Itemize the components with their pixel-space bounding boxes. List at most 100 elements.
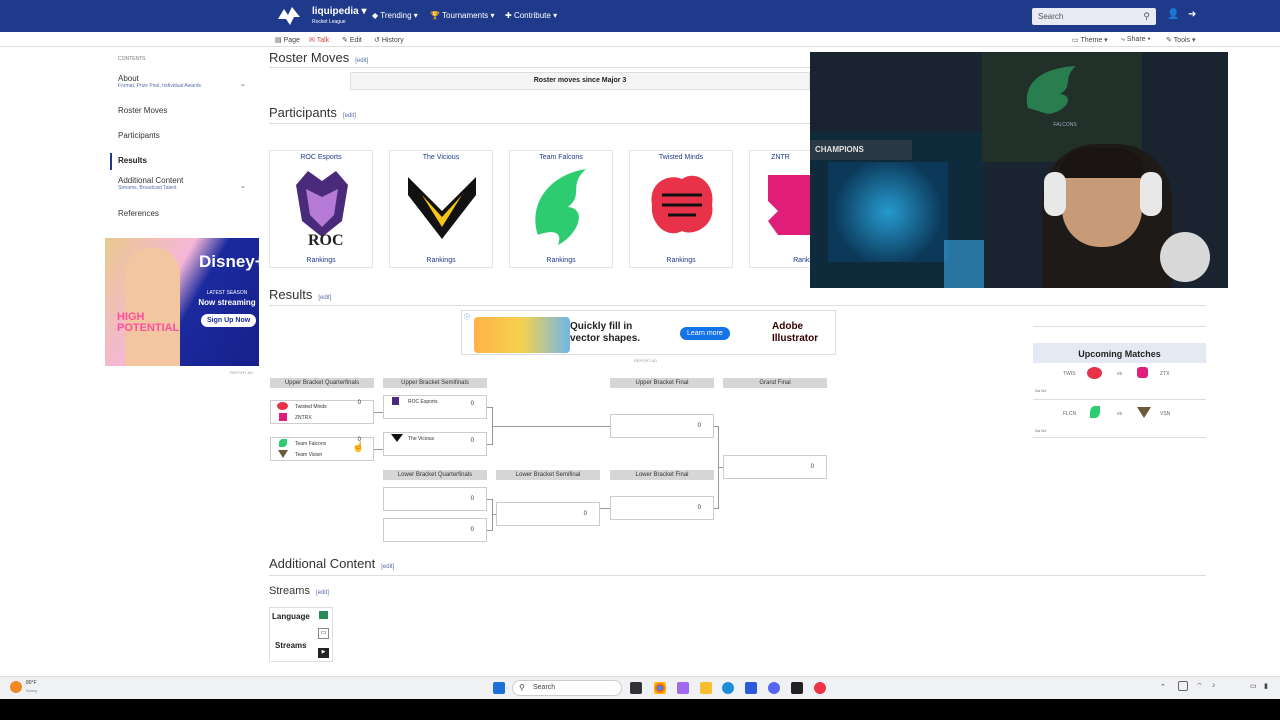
learn-more-button[interactable]: Learn more xyxy=(680,327,730,340)
search-icon[interactable]: ⚲ xyxy=(1143,11,1150,22)
tray-app-icon[interactable] xyxy=(1178,681,1188,691)
section-additional-content: Additional Content [edit] xyxy=(269,556,395,571)
mic-icon[interactable]: ♪ xyxy=(1212,682,1216,689)
team-short[interactable]: ZTX xyxy=(1160,371,1169,377)
battery-icon[interactable]: ▮ xyxy=(1264,682,1268,690)
windows-start-icon[interactable] xyxy=(493,682,505,694)
tray-chevron-icon[interactable]: ⌃ xyxy=(1160,683,1166,691)
toc-item-roster-moves[interactable]: Roster Moves xyxy=(118,106,167,115)
adobe-illustrator-ad[interactable]: Quickly fill in vector shapes. Learn more… xyxy=(461,310,836,355)
store-icon[interactable] xyxy=(745,682,757,694)
nav-trending[interactable]: ◆ Trending ▾ xyxy=(372,11,418,20)
ad-cta-button[interactable]: Sign Up Now xyxy=(201,314,257,327)
display-icon[interactable]: ▭ xyxy=(1250,682,1257,690)
edit-link[interactable]: [edit] xyxy=(355,58,368,64)
toc-item-participants[interactable]: Participants xyxy=(118,131,160,140)
team-card-falcons[interactable]: Team Falcons Rankings xyxy=(509,150,613,268)
nav-contribute[interactable]: ✚ Contribute ▾ xyxy=(505,11,557,20)
header-ubf: Upper Bracket Final xyxy=(610,378,714,388)
twitch-icon[interactable]: ▭ xyxy=(318,628,329,639)
team-name[interactable]: The Vicious xyxy=(390,154,492,161)
task-view-icon[interactable] xyxy=(630,682,642,694)
toc-item-additional-content[interactable]: Additional Content Streams, Broadcast Tal… xyxy=(118,176,183,191)
file-explorer-icon[interactable] xyxy=(700,682,712,694)
theme-menu[interactable]: ▭ Theme ▾ xyxy=(1072,36,1108,44)
rankings-link[interactable]: Rankings xyxy=(630,257,732,264)
toc-item-about[interactable]: About Format, Prize Pool, Individual Awar… xyxy=(118,74,201,89)
match-lbqf-1[interactable]: 0 xyxy=(383,487,487,511)
match-ubsf-1[interactable]: ROC Esports 0 xyxy=(383,395,487,419)
login-icon[interactable]: ➜ xyxy=(1188,9,1196,20)
edit-link[interactable]: [edit] xyxy=(381,564,394,570)
youtube-icon[interactable]: ▶ xyxy=(318,648,329,658)
match-team-empty: 0 xyxy=(384,519,486,533)
vicious-icon xyxy=(391,434,403,442)
team-name[interactable]: Team Falcons xyxy=(510,154,612,161)
terminal-icon[interactable] xyxy=(791,682,803,694)
tools-menu[interactable]: ✎ Tools ▾ xyxy=(1166,36,1196,44)
match-gf[interactable]: 0 xyxy=(723,455,827,479)
chrome-icon[interactable] xyxy=(654,682,666,694)
match-ubqf-1[interactable]: Twisted Minds 0 ZNTRX xyxy=(270,400,374,424)
webcam-overlay: CHAMPIONS FALCONS xyxy=(810,52,1228,288)
team-short[interactable]: FLCN xyxy=(1063,411,1076,417)
match-lbsf[interactable]: 0 xyxy=(496,502,600,526)
team-name[interactable]: ZNTR xyxy=(750,154,811,161)
taskbar-search[interactable]: ⚲ Search xyxy=(512,680,622,696)
toc-item-results[interactable]: Results xyxy=(118,156,147,165)
match-lbf[interactable]: 0 xyxy=(610,496,714,520)
user-add-icon[interactable]: 👤 xyxy=(1167,9,1179,20)
roster-moves-toggle[interactable]: Roster moves since Major 3 xyxy=(350,72,810,90)
ad-report-link[interactable]: REPORT AD xyxy=(230,370,253,375)
match-ubsf-2[interactable]: The Vicious 0 xyxy=(383,432,487,456)
rankings-link[interactable]: Rankings xyxy=(510,257,612,264)
chevron-down-icon[interactable]: ⌄ xyxy=(240,182,246,190)
brand-title[interactable]: liquipedia ▾ Rocket League xyxy=(312,7,366,27)
team-short[interactable]: VSN xyxy=(1160,411,1170,417)
edge-icon[interactable] xyxy=(722,682,734,694)
tab-talk[interactable]: ✉ Talk xyxy=(309,36,329,44)
team-short[interactable]: TWIS xyxy=(1063,371,1076,377)
nav-tournaments[interactable]: 🏆 Tournaments ▾ xyxy=(430,11,495,20)
roc-icon xyxy=(392,397,399,405)
copilot-icon[interactable] xyxy=(677,682,689,694)
ad-info-icon[interactable]: ⓘ xyxy=(464,312,470,321)
match-team-empty: 0 xyxy=(724,456,826,470)
team-name[interactable]: ROC Esports xyxy=(270,154,372,161)
tab-page[interactable]: ▤ Page xyxy=(275,36,300,44)
team-card-vicious[interactable]: The Vicious Rankings xyxy=(389,150,493,268)
chevron-down-icon[interactable]: ⌄ xyxy=(240,80,246,88)
weather-icon[interactable] xyxy=(10,681,22,693)
team-card-twisted-minds[interactable]: Twisted Minds Rankings xyxy=(629,150,733,268)
liquipedia-logo[interactable] xyxy=(276,5,302,27)
upcoming-title: Upcoming Matches xyxy=(1033,343,1206,363)
tab-history[interactable]: ↺ History xyxy=(374,36,404,44)
tab-edit[interactable]: ✎ Edit xyxy=(342,36,362,44)
team-card-roc[interactable]: ROC Esports ROC Rankings xyxy=(269,150,373,268)
edit-link[interactable]: [edit] xyxy=(318,295,331,301)
discord-icon[interactable] xyxy=(768,682,780,694)
network-icon[interactable]: ⌔ xyxy=(1196,682,1203,691)
team-name[interactable]: Twisted Minds xyxy=(630,154,732,161)
match-ubf[interactable]: 0 xyxy=(610,414,714,438)
team-card-zntr[interactable]: ZNTR Ranki xyxy=(749,150,811,268)
rankings-link[interactable]: Rankings xyxy=(390,257,492,264)
rankings-link[interactable]: Ranki xyxy=(750,257,811,264)
toc-active-indicator xyxy=(110,153,112,170)
disney-plus-ad[interactable]: HIGH POTENTIAL Disney+ LATEST SEASON Now… xyxy=(105,238,259,366)
edit-link[interactable]: [edit] xyxy=(343,113,356,119)
match-countdown: 2w 0d xyxy=(1035,388,1046,393)
edit-link[interactable]: [edit] xyxy=(316,590,329,596)
vision-icon xyxy=(1137,407,1151,418)
weather-desc: Sunny xyxy=(26,688,38,693)
rankings-link[interactable]: Rankings xyxy=(270,257,372,264)
ad-report-link[interactable]: REPORT AD xyxy=(634,358,657,363)
match-lbqf-2[interactable]: 0 xyxy=(383,518,487,542)
search-input[interactable]: Search ⚲ xyxy=(1032,8,1156,25)
app-icon[interactable] xyxy=(814,682,826,694)
toc-item-references[interactable]: References xyxy=(118,209,159,218)
share-menu[interactable]: ⤷ Share ▾ xyxy=(1121,36,1150,44)
ad-person-image xyxy=(125,248,180,366)
falcons-icon xyxy=(1090,406,1100,418)
divider xyxy=(269,67,810,68)
